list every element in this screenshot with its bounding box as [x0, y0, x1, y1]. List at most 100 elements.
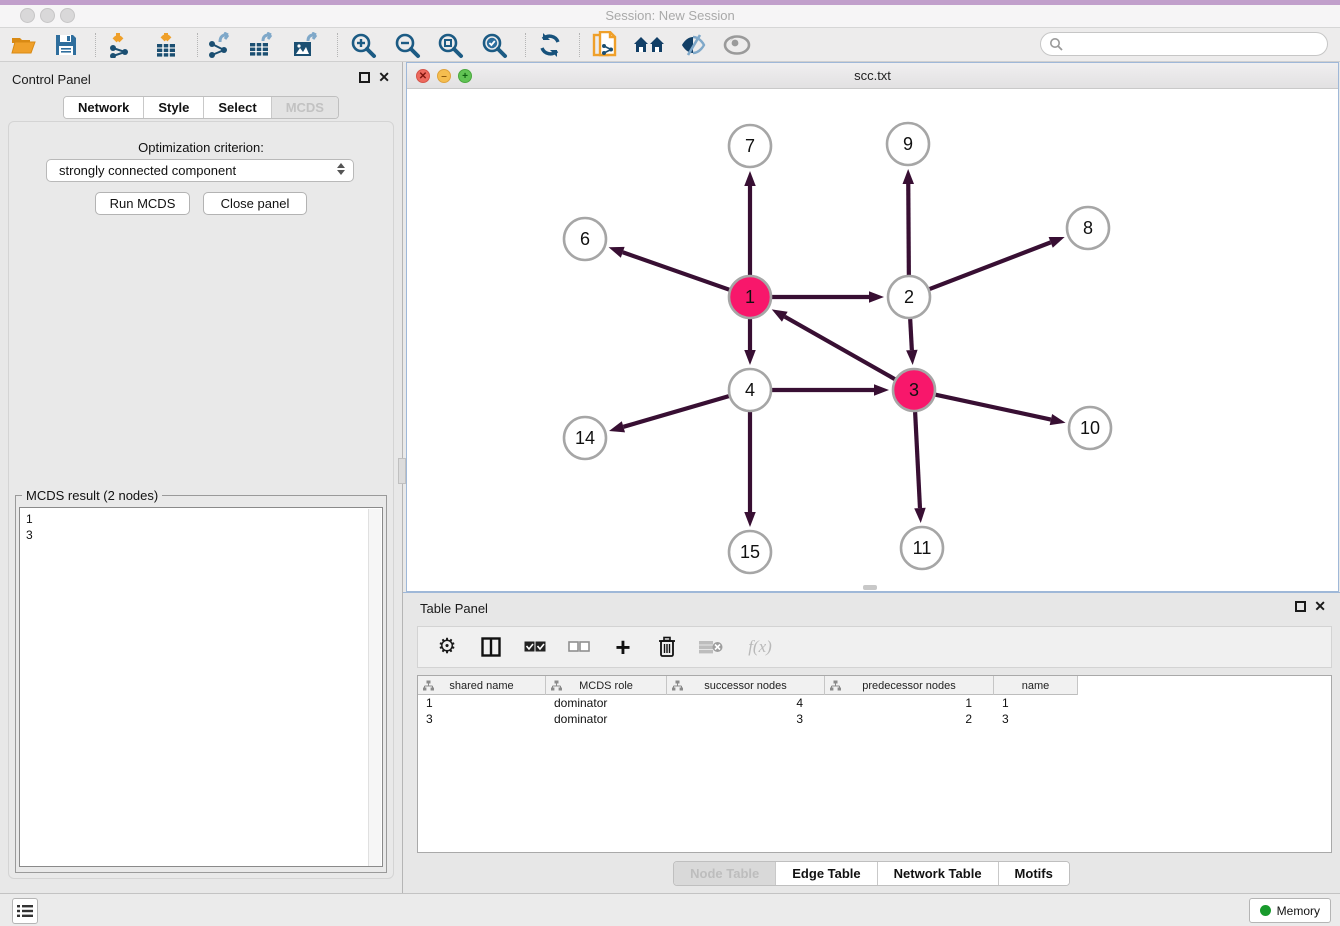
cell-predecessor-nodes[interactable]: 2 [825, 711, 994, 727]
column-header-label: predecessor nodes [862, 680, 956, 692]
zoom-fit-button[interactable] [434, 31, 466, 59]
save-session-button[interactable] [50, 31, 82, 59]
mcds-result-group: MCDS result (2 nodes) 13 [15, 495, 387, 873]
close-panel-icon[interactable]: ✕ [378, 72, 390, 83]
gear-icon: ⚙ [438, 637, 457, 657]
tab-select[interactable]: Select [203, 97, 270, 118]
table-body: 1dominator4113dominator323 [418, 695, 1331, 727]
zoom-selected-button[interactable] [478, 31, 510, 59]
float-panel-icon[interactable] [359, 72, 370, 83]
table-panel: Table Panel ✕ ⚙ + f(x) [403, 592, 1340, 893]
export-network-button[interactable] [204, 31, 236, 59]
edge-3-10[interactable] [936, 395, 1051, 420]
edge-arrowhead [609, 421, 625, 432]
cell-MCDS-role[interactable]: dominator [546, 695, 667, 711]
close-table-panel-icon[interactable]: ✕ [1314, 601, 1326, 612]
edge-2-9[interactable] [908, 184, 909, 275]
edge-4-14[interactable] [623, 396, 728, 427]
mcds-panel: Optimization criterion: strongly connect… [8, 121, 394, 879]
close-panel-button[interactable]: Close panel [203, 192, 307, 215]
unchecked-boxes-icon [568, 641, 590, 653]
node-label-8: 8 [1083, 218, 1093, 238]
tab-node-table[interactable]: Node Table [674, 862, 775, 885]
export-image-button[interactable] [290, 31, 322, 59]
network-canvas-svg: 1234678910111415 [407, 89, 1338, 591]
optimization-criterion-select[interactable]: strongly connected component [46, 159, 354, 182]
open-session-button[interactable] [7, 31, 39, 59]
hide-selected-button[interactable] [677, 31, 709, 59]
export-table-button[interactable] [246, 31, 278, 59]
column-header-MCDS-role[interactable]: MCDS role [546, 676, 667, 695]
node-label-10: 10 [1080, 418, 1100, 438]
tab-mcds[interactable]: MCDS [271, 97, 338, 118]
cell-shared-name[interactable]: 1 [418, 695, 546, 711]
table-options-button[interactable]: ⚙ [434, 637, 460, 657]
cell-shared-name[interactable]: 3 [418, 711, 546, 727]
column-header-predecessor-nodes[interactable]: predecessor nodes [825, 676, 994, 695]
zoom-in-button[interactable] [347, 31, 379, 59]
edge-1-6[interactable] [623, 252, 730, 289]
memory-button[interactable]: Memory [1249, 898, 1331, 923]
control-panel: Control Panel ✕ NetworkStyleSelectMCDS O… [0, 62, 403, 893]
import-network-button[interactable] [103, 31, 135, 59]
edge-3-1[interactable] [785, 317, 895, 379]
status-bar: Memory [0, 893, 1340, 926]
refresh-view-button[interactable] [534, 31, 566, 59]
save-floppy-icon [54, 33, 78, 57]
mcds-result-text[interactable]: 13 [19, 507, 383, 867]
cell-predecessor-nodes[interactable]: 1 [825, 695, 994, 711]
column-header-successor-nodes[interactable]: successor nodes [667, 676, 825, 695]
edge-2-3[interactable] [910, 319, 912, 350]
network-window-titlebar[interactable]: ✕ – + scc.txt [407, 63, 1338, 89]
zoom-out-button[interactable] [391, 31, 423, 59]
cell-successor-nodes[interactable]: 4 [667, 695, 825, 711]
houses-icon [633, 34, 665, 56]
edge-arrowhead [914, 508, 925, 523]
control-panel-tabs: NetworkStyleSelectMCDS [63, 96, 339, 119]
node-label-15: 15 [740, 542, 760, 562]
plus-icon: + [615, 637, 630, 657]
delete-rows-button[interactable] [654, 636, 680, 658]
columns-icon [481, 637, 501, 657]
network-canvas[interactable]: 1234678910111415 [407, 89, 1338, 591]
table-row[interactable]: 1dominator411 [418, 695, 1078, 711]
search-input[interactable] [1063, 35, 1327, 53]
table-row[interactable]: 3dominator323 [418, 711, 1078, 727]
home-button[interactable] [633, 31, 665, 59]
selected-option: strongly connected component [59, 163, 236, 178]
export-network-icon [206, 32, 234, 58]
edge-2-8[interactable] [930, 242, 1051, 289]
cell-name[interactable]: 3 [994, 711, 1078, 727]
network-hscroll-thumb[interactable] [863, 585, 877, 590]
import-table-button[interactable] [150, 31, 182, 59]
float-table-panel-icon[interactable] [1295, 601, 1306, 612]
cell-name[interactable]: 1 [994, 695, 1078, 711]
column-header-name[interactable]: name [994, 676, 1078, 695]
show-all-button[interactable] [721, 31, 753, 59]
deselect-all-columns-button[interactable] [566, 641, 592, 653]
add-row-button[interactable]: + [610, 637, 636, 657]
tab-network-table[interactable]: Network Table [877, 862, 998, 885]
edge-arrowhead [609, 247, 625, 258]
duplicate-network-button[interactable] [589, 31, 621, 59]
tab-style[interactable]: Style [143, 97, 203, 118]
result-scrollbar[interactable] [368, 509, 381, 867]
checked-boxes-icon [524, 641, 546, 653]
edge-arrowhead [1050, 414, 1066, 425]
column-header-shared-name[interactable]: shared name [418, 676, 546, 695]
tab-edge-table[interactable]: Edge Table [775, 862, 876, 885]
show-column-panel-button[interactable] [478, 637, 504, 657]
run-mcds-button[interactable]: Run MCDS [95, 192, 190, 215]
edge-3-11[interactable] [915, 412, 920, 508]
list-icon [17, 904, 33, 918]
task-history-button[interactable] [12, 898, 38, 924]
titlebar: Session: New Session [0, 5, 1340, 28]
delete-table-button[interactable] [698, 640, 724, 654]
select-all-columns-button[interactable] [522, 641, 548, 653]
cell-MCDS-role[interactable]: dominator [546, 711, 667, 727]
panel-splitter-handle[interactable] [398, 458, 406, 484]
tab-motifs[interactable]: Motifs [998, 862, 1069, 885]
cell-successor-nodes[interactable]: 3 [667, 711, 825, 727]
tab-network[interactable]: Network [64, 97, 143, 118]
apply-function-button[interactable]: f(x) [742, 637, 778, 657]
